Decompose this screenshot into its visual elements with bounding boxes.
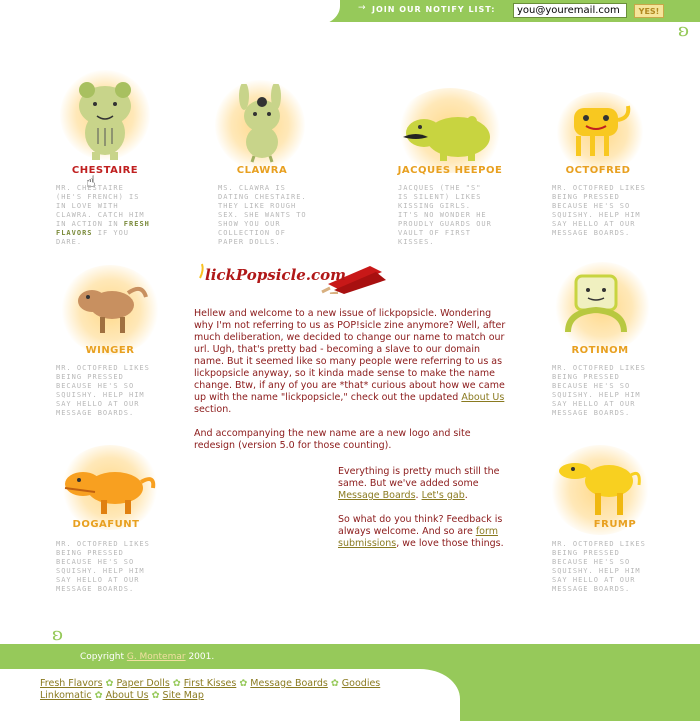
notify-label: JOIN OUR NOTIFY LIST: [372,5,496,14]
dogafunt-image[interactable] [55,458,160,518]
character-name-winger[interactable]: WINGER [60,345,160,356]
footer-link-about-us[interactable]: About Us [106,690,149,701]
arrow-icon: → [358,3,366,13]
character-desc-jacques-heepoe: JACQUES (THE "S" IS SILENT) LIKES KISSIN… [398,184,492,246]
character-name-chestaire[interactable]: CHESTAIRE [55,165,155,176]
character-name-dogafunt[interactable]: DOGAFUNT [56,519,156,530]
lets-gab-link[interactable]: Let's gab [422,490,465,501]
footer-link-linkomatic[interactable]: Linkomatic [40,690,92,701]
flower-icon: ✿ [172,678,181,689]
clawra-image[interactable] [228,84,298,164]
logo-text: lickPopsicle.com [205,266,347,284]
rotinom-image[interactable] [560,272,645,342]
character-desc-winger: MR. OCTOFRED LIKES BEING PRESSED BECAUSE… [56,364,150,417]
top-bar-curve [0,0,340,26]
flower-icon: ✿ [239,678,248,689]
character-name-clawra[interactable]: CLAWRA [212,165,312,176]
intro-paragraph-1: Hellew and welcome to a new issue of lic… [194,308,506,415]
character-name-rotinom[interactable]: ROTINOM [550,345,650,356]
top-bar: → JOIN OUR NOTIFY LIST: YES! ʚ [0,0,700,41]
footer-link-goodies[interactable]: Goodies [342,678,380,689]
notify-submit-button[interactable]: YES! [634,4,664,18]
swirl-icon: ʚ [52,624,64,645]
character-desc-rotinom: MR. OCTOFRED LIKES BEING PRESSED BECAUSE… [552,364,646,417]
octofred-image[interactable] [566,100,641,160]
message-boards-link[interactable]: Message Boards [338,490,416,501]
about-us-link[interactable]: About Us [461,392,504,403]
intro-text-right: Everything is pretty much still the same… [338,466,518,562]
footer-nav: Fresh Flavors ✿ Paper Dolls ✿ First Kisses ✿ M… [40,678,440,702]
flower-icon: ✿ [105,678,114,689]
flower-icon: ✿ [94,690,103,701]
footer-link-first-kisses[interactable]: First Kisses [184,678,237,689]
character-desc-dogafunt: MR. OCTOFRED LIKES BEING PRESSED BECAUSE… [56,540,150,593]
jacques-heepoe-image[interactable] [398,105,498,165]
chestaire-image[interactable] [70,78,140,163]
character-desc-frump: MR. OCTOFRED LIKES BEING PRESSED BECAUSE… [552,540,646,593]
character-desc-chestaire: MR. CHESTAIRE (HE'S FRENCH) IS IN LOVE W… [56,184,150,246]
footer-link-paper-dolls[interactable]: Paper Dolls [117,678,170,689]
copyright: Copyright G. Montemar 2001. [80,652,215,662]
flower-icon: ✿ [330,678,339,689]
footer-nav-row-1: Fresh Flavors ✿ Paper Dolls ✿ First Kisses ✿ M… [40,678,440,690]
frump-image[interactable] [555,455,645,520]
character-name-jacques-heepoe[interactable]: JACQUES HEEPOE [390,165,510,176]
character-name-octofred[interactable]: OCTOFRED [548,165,648,176]
character-desc-clawra: MS. CLAWRA IS DATING CHESTAIRE. THEY LIK… [218,184,307,246]
flower-icon: ✿ [151,690,160,701]
footer-nav-row-2: Linkomatic ✿ About Us ✿ Site Map [40,690,440,702]
winger-image[interactable] [72,275,152,340]
intro-paragraph-2: And accompanying the new name are a new … [194,428,471,451]
author-link[interactable]: G. Montemar [127,652,186,662]
character-name-frump[interactable]: FRUMP [565,519,665,530]
swirl-icon: ʚ [678,20,690,41]
intro-paragraph-3: Everything is pretty much still the same… [338,466,500,501]
email-field[interactable] [513,3,627,18]
footer-link-site-map[interactable]: Site Map [163,690,204,701]
intro-text: Hellew and welcome to a new issue of lic… [194,308,512,464]
character-desc-octofred: MR. OCTOFRED LIKES BEING PRESSED BECAUSE… [552,184,646,237]
footer-link-fresh-flavors[interactable]: Fresh Flavors [40,678,103,689]
footer-link-message-boards[interactable]: Message Boards [250,678,328,689]
intro-paragraph-4: So what do you think? Feedback is always… [338,514,504,549]
